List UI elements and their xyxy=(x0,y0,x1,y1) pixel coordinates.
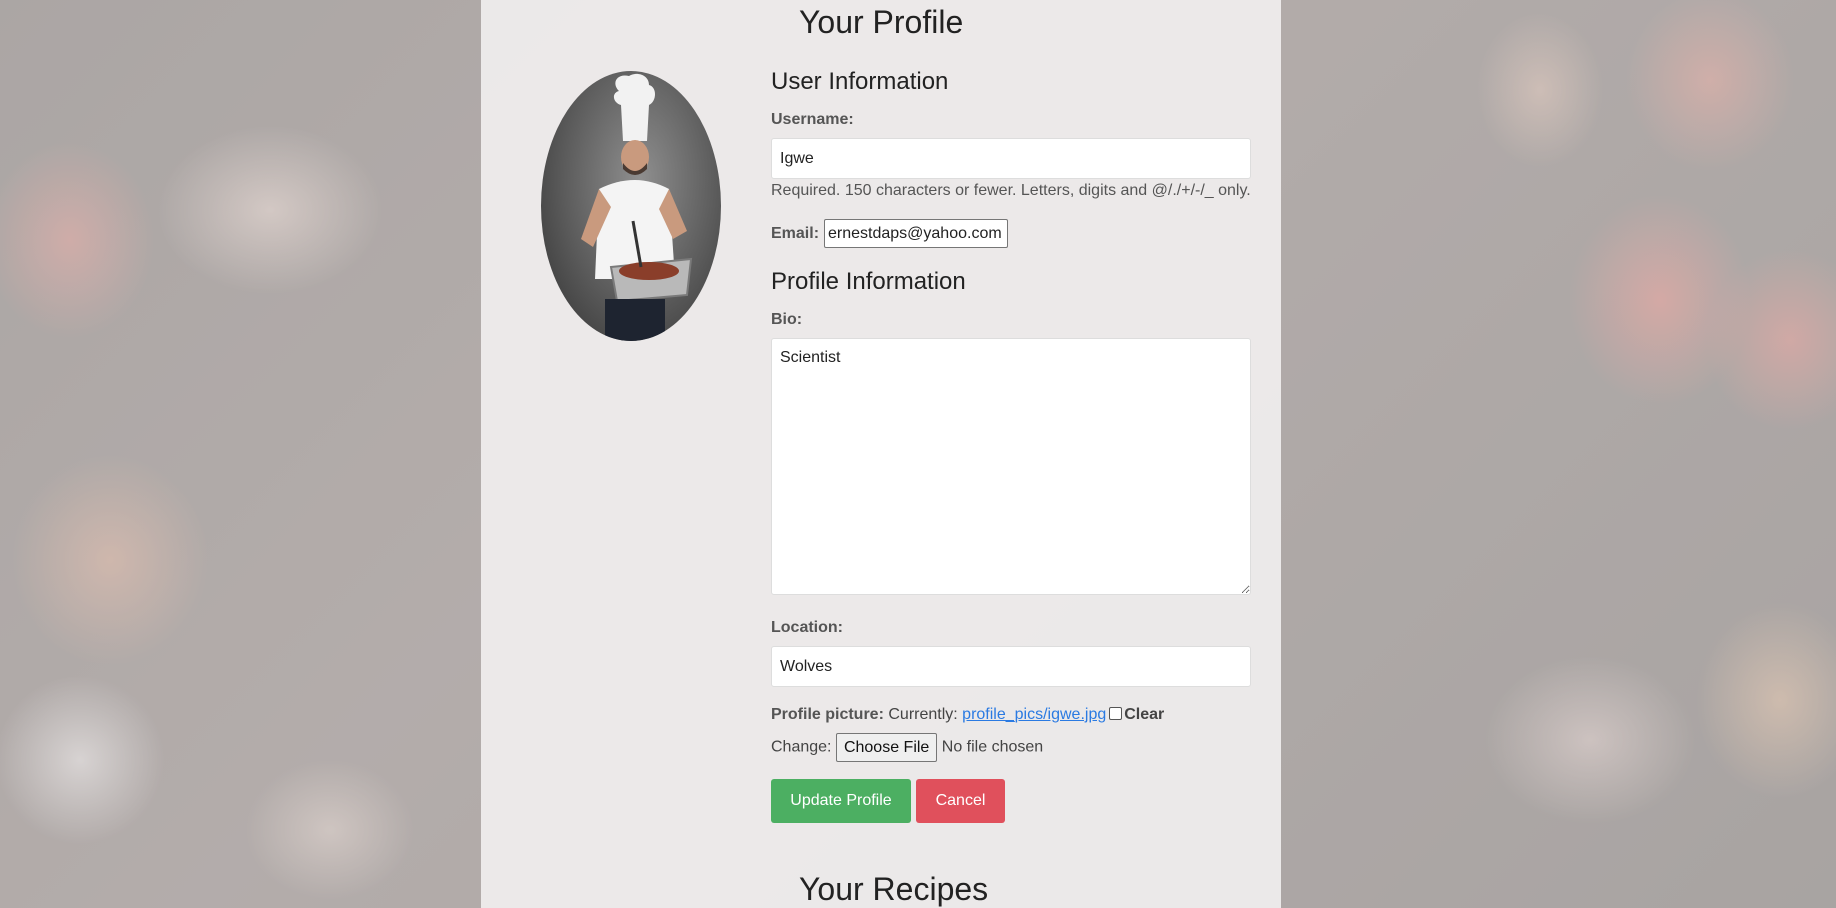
location-label: Location: xyxy=(771,619,843,636)
clear-label: Clear xyxy=(1124,706,1165,723)
profile-information-heading: Profile Information xyxy=(771,268,966,295)
bio-textarea[interactable]: Scientist xyxy=(771,338,1251,595)
profile-picture-label: Profile picture: xyxy=(771,706,884,723)
profile-picture-row: Profile picture: Currently: profile_pics… xyxy=(771,706,1164,724)
choose-file-button[interactable]: Choose File xyxy=(835,733,938,762)
recipes-heading: Your Recipes xyxy=(799,871,989,907)
username-help-text: Required. 150 characters or fewer. Lette… xyxy=(771,182,1251,199)
currently-label: Currently: xyxy=(888,706,958,723)
no-file-chosen-text: No file chosen xyxy=(941,738,1044,756)
cancel-button[interactable]: Cancel xyxy=(916,779,1005,823)
username-label: Username: xyxy=(771,111,854,128)
update-profile-button[interactable]: Update Profile xyxy=(771,779,911,823)
email-input[interactable] xyxy=(824,219,1008,248)
profile-panel: Your Profile User Information Username: … xyxy=(481,0,1281,908)
change-picture-row: Change: Choose File No file chosen xyxy=(771,733,1043,762)
location-input[interactable] xyxy=(771,646,1251,687)
bio-label: Bio: xyxy=(771,311,803,328)
profile-avatar xyxy=(541,71,721,341)
username-input[interactable] xyxy=(771,138,1251,179)
chef-photo-icon xyxy=(581,73,693,341)
current-picture-link[interactable]: profile_pics/igwe.jpg xyxy=(962,706,1106,723)
change-label: Change: xyxy=(771,738,832,756)
user-information-heading: User Information xyxy=(771,68,949,95)
email-label: Email: xyxy=(771,225,820,242)
clear-checkbox[interactable] xyxy=(1109,707,1123,720)
page-title: Your Profile xyxy=(799,4,964,40)
